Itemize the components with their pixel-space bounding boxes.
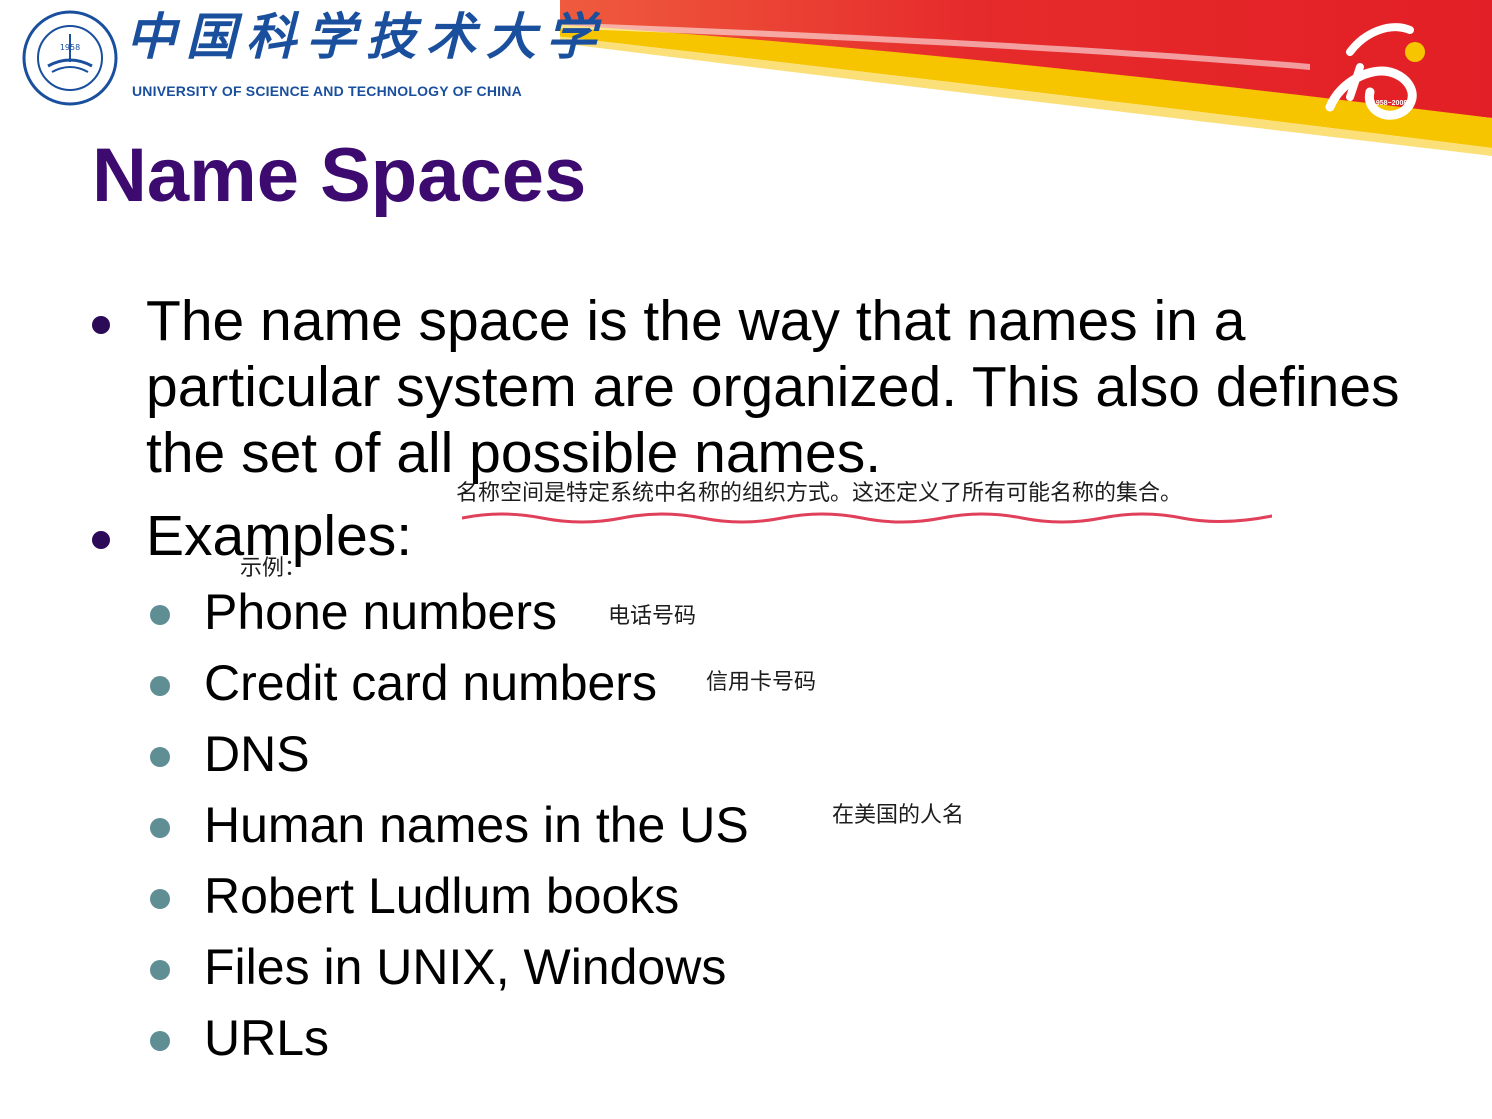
annotation-credit-card-numbers: 信用卡号码 bbox=[706, 670, 817, 695]
annotation-definition-translation: 名称空间是特定系统中名称的组织方式。这还定义了所有可能名称的集合。 bbox=[456, 481, 1183, 506]
annotation-phone-numbers: 电话号码 bbox=[608, 604, 697, 629]
sub-bullet-phone-numbers: Phone numbers bbox=[204, 584, 558, 640]
red-underline-squiggle bbox=[462, 512, 1272, 524]
annotation-examples-translation: 示例： bbox=[240, 556, 307, 581]
sub-bullet-marker bbox=[150, 747, 170, 767]
sub-bullet-human-names: Human names in the US bbox=[204, 797, 749, 853]
sub-bullet-credit-card-numbers: Credit card numbers bbox=[204, 655, 657, 711]
anniversary-years: 1958~2008 bbox=[1372, 100, 1408, 107]
bullet-text-definition: The name space is the way that names in … bbox=[146, 289, 1400, 485]
sub-bullet-marker bbox=[150, 889, 170, 909]
bullet-marker bbox=[92, 531, 110, 549]
svg-text:1958: 1958 bbox=[60, 43, 80, 52]
university-seal-logo: 1958 bbox=[22, 10, 118, 106]
sub-bullet-urls: URLs bbox=[204, 1010, 330, 1066]
sub-bullet-marker bbox=[150, 605, 170, 625]
sub-bullet-marker bbox=[150, 676, 170, 696]
sub-bullet-marker bbox=[150, 1031, 170, 1051]
sub-bullet-files: Files in UNIX, Windows bbox=[204, 939, 727, 995]
university-english-name: UNIVERSITY OF SCIENCE AND TECHNOLOGY OF … bbox=[132, 83, 522, 99]
sub-bullet-robert-ludlum-books: Robert Ludlum books bbox=[204, 868, 680, 924]
sub-bullet-marker bbox=[150, 818, 170, 838]
sub-bullet-dns: DNS bbox=[204, 726, 310, 782]
annotation-human-names: 在美国的人名 bbox=[832, 803, 965, 828]
bullet-marker bbox=[92, 316, 110, 334]
university-chinese-name: 中国科学技术大学 bbox=[126, 7, 606, 66]
sub-bullet-marker bbox=[150, 960, 170, 980]
slide-title: Name Spaces bbox=[92, 133, 587, 218]
